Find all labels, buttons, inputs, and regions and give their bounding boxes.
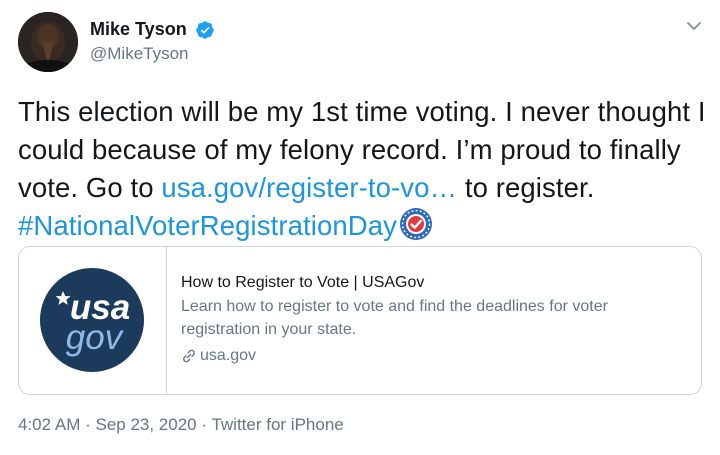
meta-separator: · [196, 415, 212, 434]
tweet-text-tail: to register. [457, 172, 595, 203]
tweet-time[interactable]: 4:02 AM [18, 415, 80, 434]
card-domain-label: usa.gov [200, 347, 257, 364]
user-handle[interactable]: @MikeTyson [90, 44, 215, 64]
author-info: Mike Tyson @MikeTyson [90, 19, 215, 64]
logo-text-gov: gov [66, 318, 125, 357]
tweet-source[interactable]: Twitter for iPhone [211, 415, 343, 434]
link-icon [183, 349, 195, 363]
card-title: How to Register to Vote | USAGov [181, 274, 425, 291]
tweet-meta: 4:02 AM · Sep 23, 2020 · Twitter for iPh… [18, 415, 344, 435]
avatar-photo [18, 12, 78, 72]
tweet-header: Mike Tyson @MikeTyson [18, 12, 708, 72]
ballot-check-badge-icon [399, 208, 432, 240]
card-domain: usa.gov [181, 347, 691, 365]
tweet-link[interactable]: usa.gov/register-to-vo… [161, 172, 457, 203]
tweet-text: This election will be my 1st time voting… [18, 93, 708, 245]
display-name[interactable]: Mike Tyson [90, 19, 187, 40]
tweet-date[interactable]: Sep 23, 2020 [95, 415, 196, 434]
card-body: How to Register to Vote | USAGov Learn h… [181, 273, 691, 365]
link-preview-card[interactable]: usa gov How to Register to Vote | USAGov… [18, 246, 702, 395]
avatar[interactable] [18, 12, 78, 72]
tweet-container: Mike Tyson @MikeTyson This election will… [0, 0, 720, 455]
card-thumbnail: usa gov [19, 247, 167, 394]
usagov-logo: usa gov [40, 268, 144, 372]
chevron-down-icon[interactable] [686, 20, 702, 32]
verified-badge-icon [196, 20, 214, 39]
card-description: Learn how to register to vote and find t… [181, 298, 608, 338]
hashtag-link[interactable]: #NationalVoterRegistrationDay [18, 210, 397, 241]
meta-separator: · [80, 415, 96, 434]
